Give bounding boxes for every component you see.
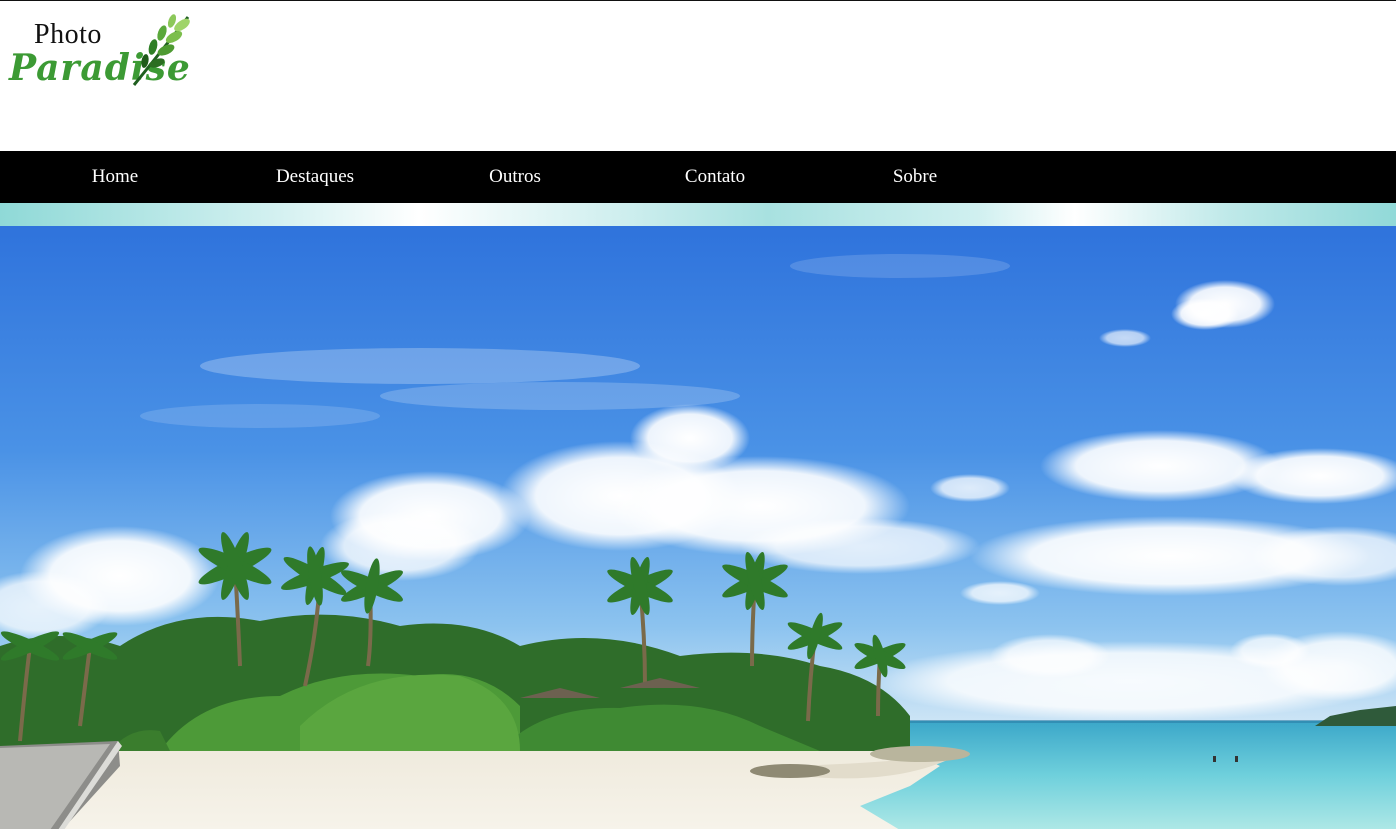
nav-item-contato[interactable]: Contato [665,151,765,203]
site-logo[interactable]: Photo Paradise [8,13,194,95]
decorative-stripe [0,203,1396,226]
beach-photo [0,226,1396,829]
nav-item-home[interactable]: Home [70,151,160,203]
nav-item-outros[interactable]: Outros [470,151,560,203]
nav-item-sobre[interactable]: Sobre [870,151,960,203]
nav-item-destaques[interactable]: Destaques [255,151,375,203]
site-header: Photo Paradise [0,1,1396,151]
main-navigation: Home Destaques Outros Contato Sobre [0,151,1396,203]
leaf-icon [132,14,190,86]
hero-banner-image [0,226,1396,829]
page: Photo Paradise Home Destaques Outros Con… [0,0,1396,829]
